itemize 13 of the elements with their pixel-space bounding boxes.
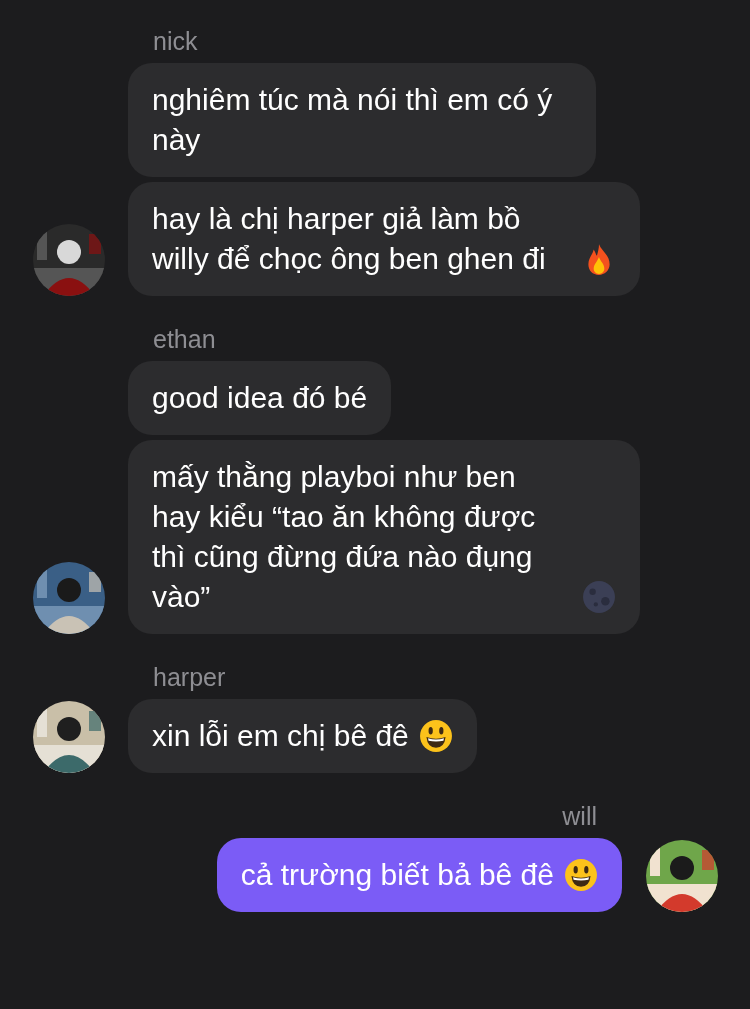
message-text: good idea đó bé [152, 380, 368, 416]
sender-name: harper [152, 662, 227, 693]
message-text: xin lỗi em chị bê đê [152, 718, 409, 754]
sender-name: will [562, 801, 598, 832]
sender-name: nick [152, 26, 199, 57]
smiley-icon [418, 719, 453, 753]
sender-name: ethan [152, 324, 217, 355]
message-text: nghiêm túc mà nói thì em có ý này [152, 82, 554, 158]
smiley-icon [564, 858, 598, 892]
moon-icon [582, 580, 616, 614]
message-text: mấy thằng playboi như ben hay kiểu “tao ăn không được thì cũng đừng đứa nào đụng vào” [152, 459, 537, 615]
message-text: cả trường biết bả bê đê [240, 857, 554, 893]
message-text: hay là chị harper giả làm bồ willy để chọc ông ben ghen đi [152, 201, 547, 277]
